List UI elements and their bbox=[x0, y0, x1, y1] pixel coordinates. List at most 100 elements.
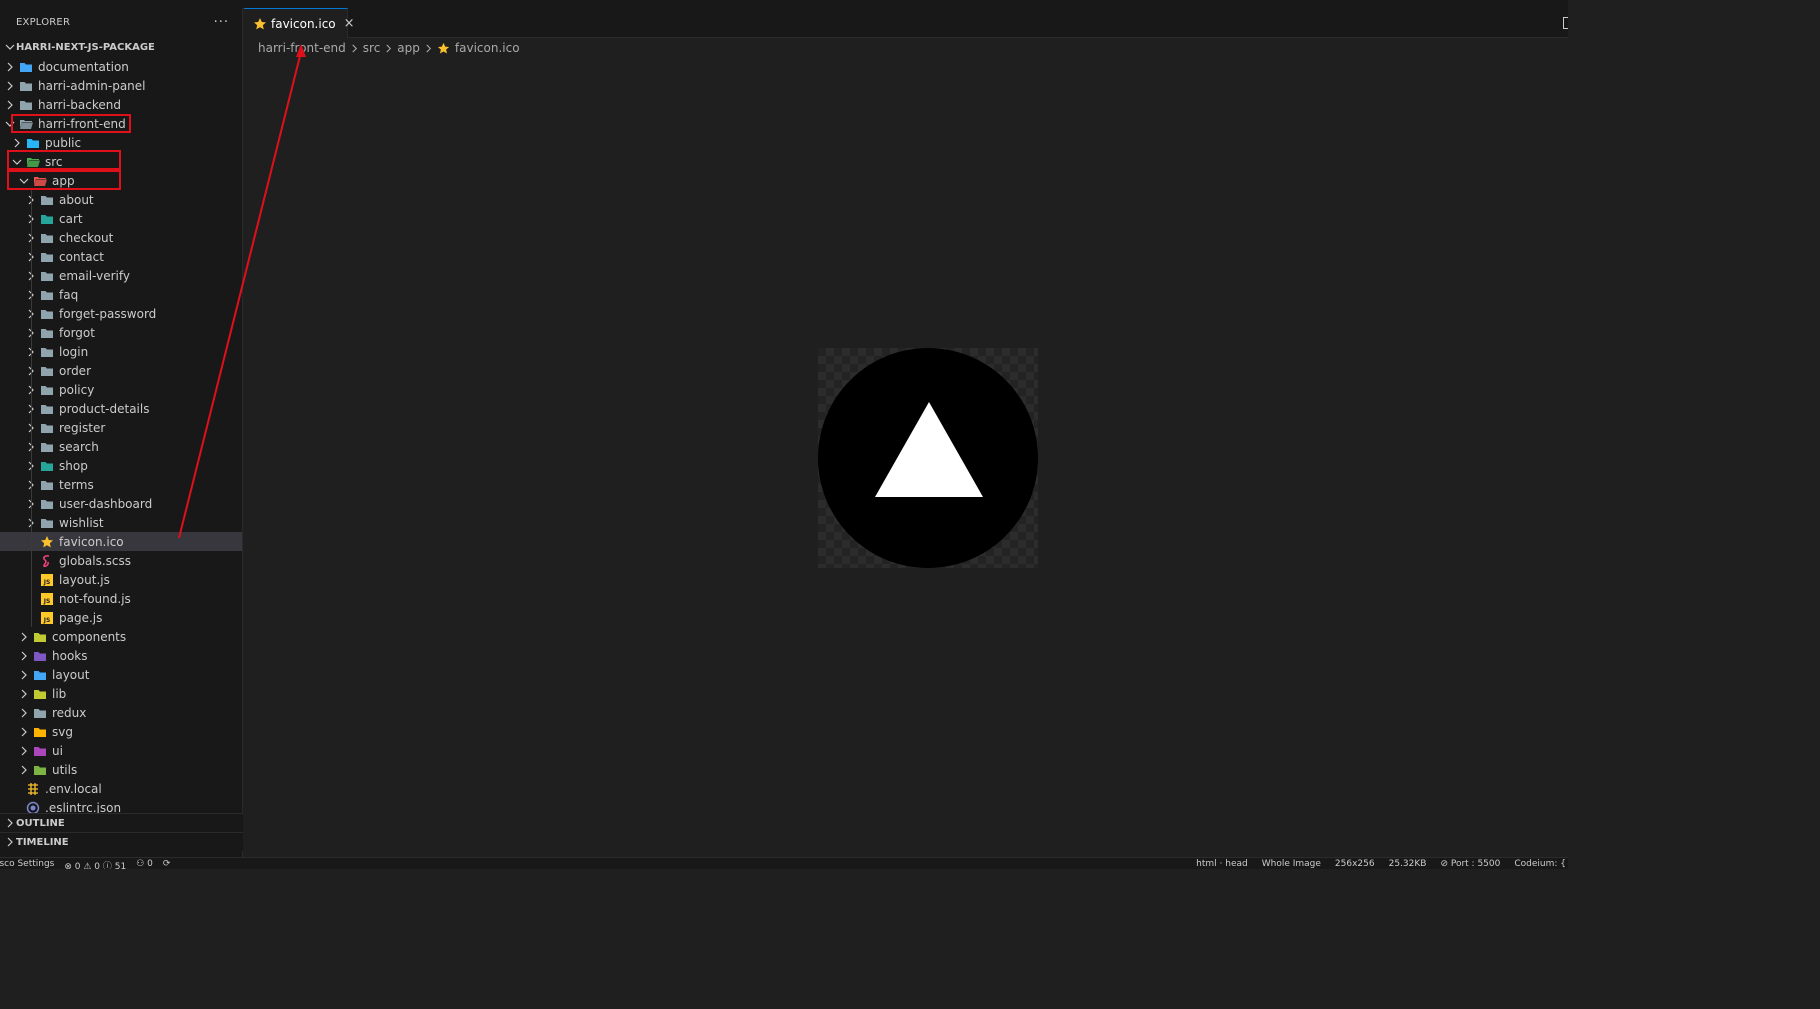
tree-folder-item[interactable]: policy bbox=[0, 380, 242, 399]
status-item[interactable]: Whole Image bbox=[1262, 859, 1321, 869]
tree-folder-item[interactable]: email-verify bbox=[0, 266, 242, 285]
tree-item-label: documentation bbox=[38, 59, 129, 74]
tree-folder-item[interactable]: svg bbox=[0, 722, 242, 741]
status-item[interactable]: cisco Settings bbox=[0, 859, 54, 869]
tree-folder-item[interactable]: harri-backend bbox=[0, 95, 242, 114]
folder-icon bbox=[40, 421, 54, 435]
tree-item-label: contact bbox=[59, 249, 104, 264]
tree-item-label: globals.scss bbox=[59, 553, 132, 568]
folder-icon bbox=[40, 497, 54, 511]
folder-icon bbox=[40, 383, 54, 397]
outline-section[interactable]: OUTLINE bbox=[0, 813, 243, 832]
folder-icon bbox=[40, 250, 54, 264]
javascript-icon: JS bbox=[40, 592, 54, 606]
breadcrumb-item[interactable]: src bbox=[363, 41, 381, 55]
tree-folder-item[interactable]: documentation bbox=[0, 57, 242, 76]
tree-file-item[interactable]: favicon.ico bbox=[0, 532, 242, 551]
chevron-right-icon bbox=[4, 814, 16, 833]
tree-folder-item[interactable]: components bbox=[0, 627, 242, 646]
svg-text:JS: JS bbox=[43, 617, 51, 624]
tree-item-label: register bbox=[59, 420, 106, 435]
breadcrumb-item[interactable]: app bbox=[397, 41, 420, 55]
chevron-right-icon bbox=[4, 76, 16, 95]
tree-item-label: order bbox=[59, 363, 91, 378]
tree-folder-item[interactable]: contact bbox=[0, 247, 242, 266]
tree-folder-item[interactable]: utils bbox=[0, 760, 242, 779]
image-size-status[interactable]: 256x256 bbox=[1335, 859, 1375, 869]
workspace-root[interactable]: HARRI-NEXT-JS-PACKAGE bbox=[0, 37, 242, 57]
breadcrumb-item[interactable]: harri-front-end bbox=[258, 41, 346, 55]
tree-folder-item[interactable]: forget-password bbox=[0, 304, 242, 323]
more-actions-icon[interactable]: ··· bbox=[214, 15, 229, 30]
tree-folder-item[interactable]: redux bbox=[0, 703, 242, 722]
tree-file-item[interactable]: JS not-found.js bbox=[0, 589, 242, 608]
tree-folder-item[interactable]: order bbox=[0, 361, 242, 380]
close-icon[interactable]: × bbox=[344, 16, 355, 31]
tree-folder-item[interactable]: harri-admin-panel bbox=[0, 76, 242, 95]
tree-file-item[interactable]: globals.scss bbox=[0, 551, 242, 570]
tree-folder-item[interactable]: ui bbox=[0, 741, 242, 760]
codeium-status[interactable]: Codeium: { bbox=[1514, 859, 1566, 869]
chevron-right-icon bbox=[424, 44, 433, 53]
tree-item-label: components bbox=[52, 629, 127, 644]
folder-icon bbox=[40, 307, 54, 321]
tree-item-label: faq bbox=[59, 287, 79, 302]
tree-item-label: harri-backend bbox=[38, 97, 121, 112]
tree-item-label: favicon.ico bbox=[59, 534, 124, 549]
live-server-status[interactable]: ⊘ Port : 5500 bbox=[1440, 859, 1500, 869]
tree-folder-item[interactable]: forgot bbox=[0, 323, 242, 342]
tree-item-label: wishlist bbox=[59, 515, 104, 530]
tree-file-item[interactable]: .env.local bbox=[0, 779, 242, 798]
status-item[interactable]: html · head bbox=[1196, 859, 1248, 869]
chevron-right-icon bbox=[350, 44, 359, 53]
split-editor-icon[interactable] bbox=[1563, 17, 1568, 29]
tree-folder-item[interactable]: user-dashboard bbox=[0, 494, 242, 513]
image-preview[interactable] bbox=[818, 348, 1038, 568]
tree-item-label: shop bbox=[59, 458, 88, 473]
chevron-right-icon bbox=[18, 665, 30, 684]
tree-folder-item[interactable]: terms bbox=[0, 475, 242, 494]
tree-folder-item[interactable]: search bbox=[0, 437, 242, 456]
tree-file-item[interactable]: JS page.js bbox=[0, 608, 242, 627]
tree-file-item[interactable]: JS layout.js bbox=[0, 570, 242, 589]
tree-item-label: redux bbox=[52, 705, 87, 720]
tree-folder-item[interactable]: hooks bbox=[0, 646, 242, 665]
sync-status[interactable]: ⟳ bbox=[163, 859, 171, 869]
chevron-right-icon bbox=[4, 95, 16, 114]
svg-text:JS: JS bbox=[43, 598, 51, 605]
tree-item-label: product-details bbox=[59, 401, 150, 416]
problems-status[interactable]: ⊗ 0 ⚠ 0 ⓘ 51 bbox=[64, 859, 126, 869]
tree-folder-item[interactable]: layout bbox=[0, 665, 242, 684]
tree-folder-item[interactable]: product-details bbox=[0, 399, 242, 418]
file-size-status[interactable]: 25.32KB bbox=[1389, 859, 1427, 869]
svg-text:JS: JS bbox=[43, 579, 51, 586]
tab-favicon[interactable]: favicon.ico × bbox=[244, 8, 355, 38]
tree-folder-item[interactable]: shop bbox=[0, 456, 242, 475]
tree-folder-item[interactable]: wishlist bbox=[0, 513, 242, 532]
timeline-section[interactable]: TIMELINE bbox=[0, 832, 243, 851]
tab-label: favicon.ico bbox=[271, 16, 336, 31]
tree-folder-item[interactable]: register bbox=[0, 418, 242, 437]
folder-icon bbox=[33, 706, 47, 720]
tree-item-label: svg bbox=[52, 724, 73, 739]
tree-folder-item[interactable]: faq bbox=[0, 285, 242, 304]
timeline-label: TIMELINE bbox=[16, 836, 69, 848]
ports-status[interactable]: ⚇ 0 bbox=[136, 859, 153, 869]
folder-icon bbox=[40, 231, 54, 245]
tree-folder-item[interactable]: checkout bbox=[0, 228, 242, 247]
tree-folder-item[interactable]: login bbox=[0, 342, 242, 361]
folder-hooks-icon bbox=[33, 649, 47, 663]
tree-item-label: forgot bbox=[59, 325, 95, 340]
indent-guide bbox=[31, 190, 32, 627]
tree-folder-item[interactable]: cart bbox=[0, 209, 242, 228]
tree-folder-item[interactable]: about bbox=[0, 190, 242, 209]
folder-icon bbox=[19, 98, 33, 112]
javascript-icon: JS bbox=[40, 573, 54, 587]
tree-folder-item[interactable]: lib bbox=[0, 684, 242, 703]
tree-item-label: login bbox=[59, 344, 89, 359]
tree-item-label: utils bbox=[52, 762, 78, 777]
breadcrumb-item[interactable]: favicon.ico bbox=[455, 41, 520, 55]
chevron-right-icon bbox=[18, 684, 30, 703]
star-icon bbox=[40, 535, 54, 549]
folder-shop-icon bbox=[40, 459, 54, 473]
